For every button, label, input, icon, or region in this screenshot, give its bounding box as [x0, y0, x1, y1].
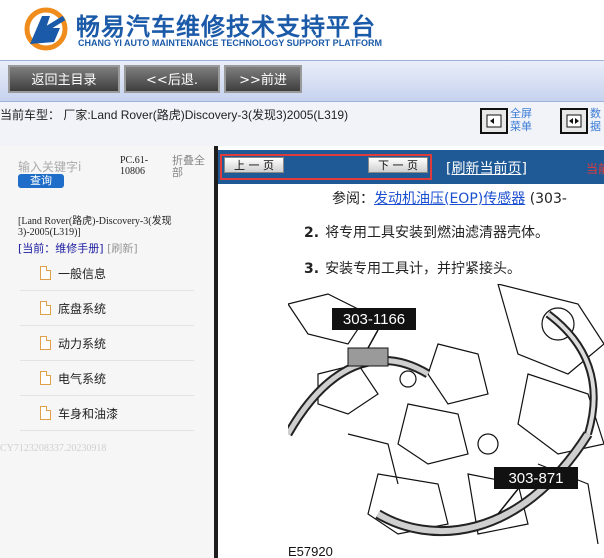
page-nav-bar: 上 一 页 下 一 页 [刷新当前页] 当前	[218, 150, 604, 184]
tree-model-title: [Land Rover(路虎)-Discovery-3(发现3)-2005(L3…	[18, 216, 172, 238]
refresh-current-page-link[interactable]: [刷新当前页]	[446, 158, 527, 178]
current-model-text: 当前车型： 厂家:Land Rover(路虎)Discovery-3(发现3)2…	[0, 108, 349, 122]
fullscreen-button[interactable]	[480, 108, 508, 134]
header: 畅易汽车维修技术支持平台 CHANG YI AUTO MAINTENANCE T…	[0, 0, 604, 60]
prev-page-label: 上 一 页	[234, 159, 274, 172]
figure-id: E57920	[288, 544, 333, 558]
current-manual-line: [当前：维修手册] [刷新]	[18, 240, 138, 256]
current-manual-label: [当前：维修手册]	[18, 242, 104, 255]
content-panel: 上 一 页 下 一 页 [刷新当前页] 当前 参阅：发动机油压(EOP)传感器 …	[218, 146, 604, 558]
eop-sensor-link[interactable]: 发动机油压(EOP)传感器	[374, 191, 525, 207]
service-illustration: 303-1166 303-871	[288, 284, 604, 545]
document-icon	[40, 266, 51, 280]
keyword-search-input[interactable]: 输入关键字i	[18, 158, 81, 175]
document-icon	[40, 406, 51, 420]
step-text: 将专用工具安装到燃油滤清器壳体。	[325, 225, 550, 241]
step-text: 安装专用工具计，并拧紧接头。	[325, 261, 522, 277]
fold-all-label: 折叠全部	[172, 154, 205, 179]
fullscreen-label[interactable]: 全屏菜单	[510, 107, 536, 133]
tree-item-label: 一般信息	[58, 267, 107, 281]
reference-line: 参阅：发动机油压(EOP)传感器 (303-	[332, 188, 567, 208]
procedure-step: 3. 安装专用工具计，并拧紧接头。	[304, 258, 521, 278]
tree-item-label: 电气系统	[58, 372, 107, 386]
document-icon	[40, 371, 51, 385]
manual-tree: 一般信息 底盘系统 动力系统 电气系统 车身和油漆	[20, 256, 194, 431]
brand-logo-icon	[24, 7, 68, 51]
model-bar: 当前车型： 厂家:Land Rover(路虎)Discovery-3(发现3)2…	[0, 102, 604, 146]
prev-page-button[interactable]: 上 一 页	[224, 157, 284, 173]
reference-prefix: 参阅：	[332, 191, 374, 207]
brand-title: 畅易汽车维修技术支持平台	[76, 13, 376, 41]
tree-refresh-link[interactable]: [刷新]	[107, 242, 138, 255]
reference-suffix: (303-	[529, 191, 567, 207]
tool-label-303-1166: 303-1166	[343, 311, 405, 328]
tree-item-powertrain[interactable]: 动力系统	[20, 326, 194, 361]
back-button[interactable]: <<后退.	[124, 65, 220, 93]
footer-watermark-code: CY7123208337.20230918	[0, 443, 107, 454]
tree-item-label: 车身和油漆	[58, 407, 119, 421]
tool-label-303-871: 303-871	[508, 470, 563, 487]
next-page-label: 下 一 页	[378, 159, 418, 172]
data-button[interactable]	[560, 108, 588, 134]
data-label[interactable]: 数据	[590, 107, 604, 133]
brand-subtitle: CHANG YI AUTO MAINTENANCE TECHNOLOGY SUP…	[78, 38, 383, 48]
tree-item-label: 动力系统	[58, 337, 107, 351]
next-page-button[interactable]: 下 一 页	[368, 157, 428, 173]
home-button[interactable]: 返回主目录	[8, 65, 120, 93]
document-icon	[40, 301, 51, 315]
tree-item-electrical[interactable]: 电气系统	[20, 361, 194, 396]
tree-item-chassis[interactable]: 底盘系统	[20, 291, 194, 326]
tree-item-body-paint[interactable]: 车身和油漆	[20, 396, 194, 431]
fullscreen-icon	[486, 114, 502, 128]
query-button[interactable]: 查询	[18, 174, 64, 188]
pc-code-text: PC.61-10806	[120, 155, 149, 177]
forward-button[interactable]: >>前进	[224, 65, 302, 93]
step-number: 3.	[304, 261, 320, 277]
step-number: 2.	[304, 225, 320, 241]
fold-all-button[interactable]: 折叠全部	[172, 155, 212, 179]
current-page-label: 当前	[586, 162, 604, 176]
left-sidebar: 输入关键字i 查询 PC.61-10806 折叠全部 [Land Rover(路…	[0, 146, 214, 558]
procedure-step: 2. 将专用工具安装到燃油滤清器壳体。	[304, 222, 549, 242]
main-toolbar: 返回主目录 <<后退. >>前进	[0, 60, 604, 102]
expand-icon	[566, 114, 582, 128]
pc-code: PC.61-10806	[120, 155, 164, 177]
tree-item-general-info[interactable]: 一般信息	[20, 256, 194, 291]
document-icon	[40, 336, 51, 350]
tree-item-label: 底盘系统	[58, 302, 107, 316]
